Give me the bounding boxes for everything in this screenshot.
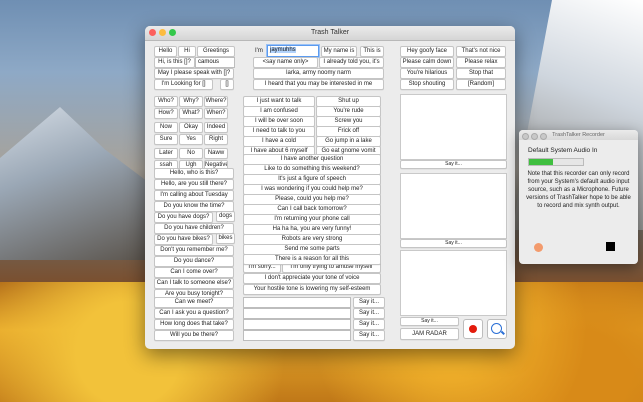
my-name-field[interactable]: jaymuhhs: [267, 45, 319, 57]
already-told-button[interactable]: I already told you, it's: [319, 57, 384, 68]
statement-button[interactable]: There is a reason for all this: [243, 254, 381, 265]
custom-text-field-1[interactable]: [243, 297, 351, 308]
recorder-panel: TrashTalker Recorder Default System Audi…: [519, 130, 638, 264]
thats-not-nice-button[interactable]: That's not nice: [456, 46, 506, 57]
text-pane-3[interactable]: [400, 250, 507, 316]
phrase-button[interactable]: Can we meet?: [154, 297, 234, 308]
recorder-note: Note that this recorder can only record …: [526, 171, 631, 209]
window-title: Trash Talker: [310, 29, 350, 36]
random-button[interactable]: [Random]: [456, 79, 506, 90]
youre-hilarious-button[interactable]: You're hilarious: [400, 68, 454, 79]
say-it-button-3[interactable]: Say it...: [353, 319, 385, 330]
zoom-button[interactable]: [487, 319, 507, 339]
panel-close-icon[interactable]: [522, 132, 529, 140]
hostile-tone-button[interactable]: Your hostile tone is lowering my self-es…: [243, 284, 381, 295]
pane-say-it-button-3[interactable]: Say it...: [400, 317, 459, 326]
recorder-title: TrashTalker Recorder: [552, 132, 605, 138]
hello-button[interactable]: Hello: [154, 46, 177, 57]
minimize-icon[interactable]: [159, 29, 166, 36]
recorder-titlebar[interactable]: TrashTalker Recorder: [519, 130, 638, 140]
greetings-button[interactable]: Greetings: [197, 46, 235, 57]
phrase-button[interactable]: Will you be there?: [154, 330, 234, 341]
word-button[interactable]: Now: [154, 122, 178, 133]
phrase-button[interactable]: Can I come over?: [154, 267, 234, 278]
larka-button[interactable]: larka, army noomy narm: [253, 68, 384, 79]
phrase-button[interactable]: Do you have children?: [154, 223, 234, 234]
close-icon[interactable]: [149, 29, 156, 36]
word-button[interactable]: When?: [204, 108, 228, 119]
word-button[interactable]: Naww: [204, 148, 228, 159]
name-field[interactable]: camous: [195, 57, 235, 68]
stop-shouting-button[interactable]: Stop shouting: [400, 79, 454, 90]
my-name-is-button[interactable]: My name is: [321, 46, 357, 57]
say-it-button-4[interactable]: Say it...: [353, 330, 385, 341]
audio-source-label: Default System Audio In: [528, 147, 598, 154]
phrase-button[interactable]: Do you dance?: [154, 256, 234, 267]
word-button[interactable]: Later: [154, 148, 178, 159]
please-calm-down-button[interactable]: Please calm down: [400, 57, 454, 68]
say-it-button-2[interactable]: Say it...: [353, 308, 385, 319]
phrase-button[interactable]: Do you know the time?: [154, 201, 234, 212]
record-button[interactable]: [463, 319, 483, 339]
word-button[interactable]: Okay: [179, 122, 203, 133]
play-indicator-icon[interactable]: [534, 243, 543, 252]
word-button[interactable]: How?: [154, 108, 178, 119]
text-pane-2[interactable]: [400, 173, 507, 239]
record-icon: [469, 325, 477, 333]
pane-say-it-button-1[interactable]: Say it...: [400, 160, 507, 169]
word-button[interactable]: Sure: [154, 134, 178, 145]
phrase-button[interactable]: Hello, who is this?: [154, 168, 234, 179]
phrase-button[interactable]: Can I ask you a question?: [154, 308, 234, 319]
word-button[interactable]: Where?: [204, 96, 228, 107]
phrase-button[interactable]: How long does that take?: [154, 319, 234, 330]
phrase-button[interactable]: Don't you remember me?: [154, 245, 234, 256]
hi-is-this-button[interactable]: Hi, is this []?: [154, 57, 195, 68]
say-name-only-button[interactable]: <say name only>: [253, 57, 318, 68]
phrase-button[interactable]: Hello, are you still there?: [154, 179, 234, 190]
panel-min-icon[interactable]: [531, 132, 538, 140]
dont-appreciate-button[interactable]: I don't appreciate your tone of voice: [243, 273, 381, 284]
phrase-button[interactable]: I'm calling about Tuesday: [154, 190, 234, 201]
word-button[interactable]: What?: [179, 108, 203, 119]
phrase-button[interactable]: Do you have dogs?: [154, 212, 213, 223]
say-it-button-1[interactable]: Say it...: [353, 297, 385, 308]
panel-max-icon[interactable]: [540, 132, 547, 140]
trash-talker-window: Trash Talker Hello Hi Greetings Hi, is t…: [145, 26, 515, 349]
maximize-icon[interactable]: [169, 29, 176, 36]
word-button[interactable]: Yes: [179, 134, 203, 145]
wallpaper-mountain-left: [0, 107, 150, 260]
magnifier-icon: [491, 323, 502, 334]
text-pane-1[interactable]: [400, 94, 507, 160]
im-looking-button[interactable]: I'm Looking for []: [154, 79, 213, 90]
please-relax-button[interactable]: Please relax: [456, 57, 506, 68]
dogs-button[interactable]: dogs: [216, 211, 235, 222]
word-button[interactable]: No: [179, 148, 203, 159]
stop-that-button[interactable]: Stop that: [456, 68, 506, 79]
custom-text-field-4[interactable]: [243, 330, 351, 341]
pane-say-it-button-2[interactable]: Say it...: [400, 239, 507, 248]
stop-icon[interactable]: [606, 242, 615, 251]
custom-text-field-2[interactable]: [243, 308, 351, 319]
input-level-meter: [528, 158, 584, 166]
word-button[interactable]: Right: [204, 134, 228, 145]
input-level-fill: [529, 159, 554, 165]
hey-goofy-face-button[interactable]: Hey goofy face: [400, 46, 454, 57]
word-button[interactable]: Who?: [154, 96, 178, 107]
jam-radar-button[interactable]: JAM RADAR: [400, 328, 459, 340]
word-button[interactable]: Indeed: [204, 122, 228, 133]
word-button[interactable]: Why?: [179, 96, 203, 107]
phrase-button[interactable]: Do you have bikes?: [154, 234, 213, 245]
im-label: I'm: [255, 48, 263, 54]
window-titlebar[interactable]: Trash Talker: [145, 26, 515, 41]
my-name-value: jaymuhhs: [270, 47, 296, 53]
bikes-button[interactable]: bikes: [216, 233, 235, 244]
bracket-button[interactable]: []: [220, 79, 234, 90]
hi-button[interactable]: Hi: [178, 46, 196, 57]
may-i-speak-button[interactable]: May I please speak with []?: [154, 68, 234, 79]
custom-text-field-3[interactable]: [243, 319, 351, 330]
phrase-button[interactable]: Can I talk to someone else?: [154, 278, 234, 289]
this-is-button[interactable]: This is: [360, 46, 384, 57]
heard-interested-button[interactable]: I heard that you may be interested in me: [253, 79, 384, 90]
